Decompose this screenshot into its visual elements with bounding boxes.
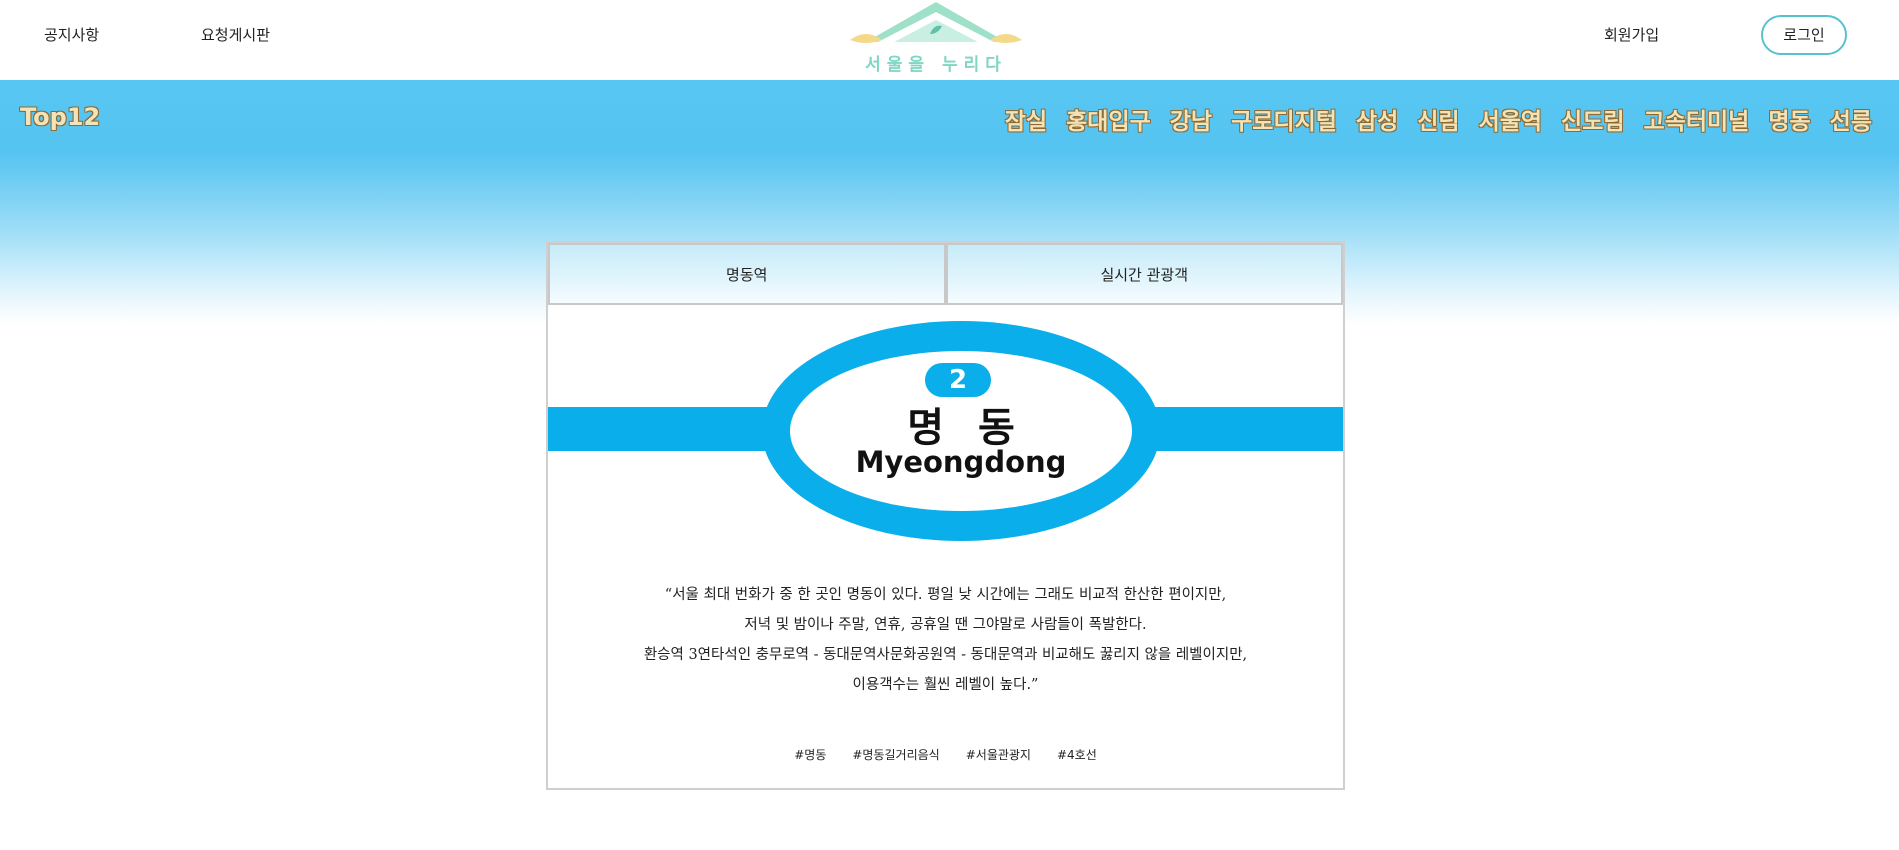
nav-item-myeongdong[interactable]: 명동: [1768, 102, 1810, 136]
station-nav: 잠실 홍대입구 강남 구로디지털 삼성 신림 서울역 신도림 고속터미널 명동 …: [1005, 102, 1872, 136]
login-button[interactable]: 로그인: [1761, 15, 1847, 55]
hashtag[interactable]: #명동: [794, 746, 826, 763]
station-sign: 2 명동 Myeongdong: [548, 307, 1343, 557]
nav-item-seolleung[interactable]: 선릉: [1830, 102, 1872, 136]
description-line: 저녁 및 밤이나 주말, 연휴, 공휴일 땐 그야말로 사람들이 폭발한다.: [744, 617, 1147, 633]
nav-item-express-bus-terminal[interactable]: 고속터미널: [1644, 102, 1750, 136]
nav-item-jamsil[interactable]: 잠실: [1005, 102, 1047, 136]
notice-link[interactable]: 공지사항: [44, 24, 99, 45]
logo-text: 서울을 누리다: [865, 55, 1007, 75]
nav-item-hongdae[interactable]: 홍대입구: [1066, 102, 1151, 136]
roof-logo-icon: [850, 2, 1022, 43]
description-line: 환승역 3연타석인 충무로역 - 동대문역사문화공원역 - 동대문역과 비교해도…: [643, 647, 1248, 663]
brand-top12[interactable]: Top12: [20, 103, 100, 131]
tab-station[interactable]: 명동역: [548, 243, 946, 305]
hashtag[interactable]: #4호선: [1057, 746, 1097, 763]
tab-realtime-tourists[interactable]: 실시간 관광객: [945, 243, 1343, 305]
top-header: 공지사항 요청게시판 서울을 누리다 회원가입 로그인: [0, 0, 1899, 80]
nav-item-gangnam[interactable]: 강남: [1170, 102, 1212, 136]
nav-item-sindorim[interactable]: 신도림: [1561, 102, 1624, 136]
card-tabs: 명동역 실시간 관광객: [548, 243, 1343, 307]
station-card: 명동역 실시간 관광객 2 명동 Myeongdong “서울 최대 번화가 중…: [546, 241, 1345, 790]
nav-item-guro-digital[interactable]: 구로디지털: [1231, 102, 1337, 136]
hashtag-list: #명동 #명동길거리음식 #서울관광지 #4호선: [548, 746, 1343, 763]
line-number-badge: 2: [925, 363, 991, 397]
nav-item-sillim[interactable]: 신림: [1417, 102, 1459, 136]
station-description: “서울 최대 번화가 중 한 곳인 명동이 있다. 평일 낮 시간에는 그래도 …: [548, 580, 1343, 700]
request-board-link[interactable]: 요청게시판: [201, 24, 270, 45]
description-line: “서울 최대 번화가 중 한 곳인 명동이 있다. 평일 낮 시간에는 그래도 …: [664, 587, 1227, 603]
nav-item-seoul-station[interactable]: 서울역: [1479, 102, 1542, 136]
hashtag[interactable]: #서울관광지: [966, 746, 1031, 763]
site-logo[interactable]: 서울을 누리다: [846, 0, 1026, 80]
description-line: 이용객수는 훨씬 레벨이 높다.”: [852, 677, 1039, 693]
nav-item-samseong[interactable]: 삼성: [1356, 102, 1398, 136]
signup-link[interactable]: 회원가입: [1604, 24, 1659, 45]
hashtag[interactable]: #명동길거리음식: [852, 746, 939, 763]
station-name-english: Myeongdong: [855, 445, 1067, 479]
